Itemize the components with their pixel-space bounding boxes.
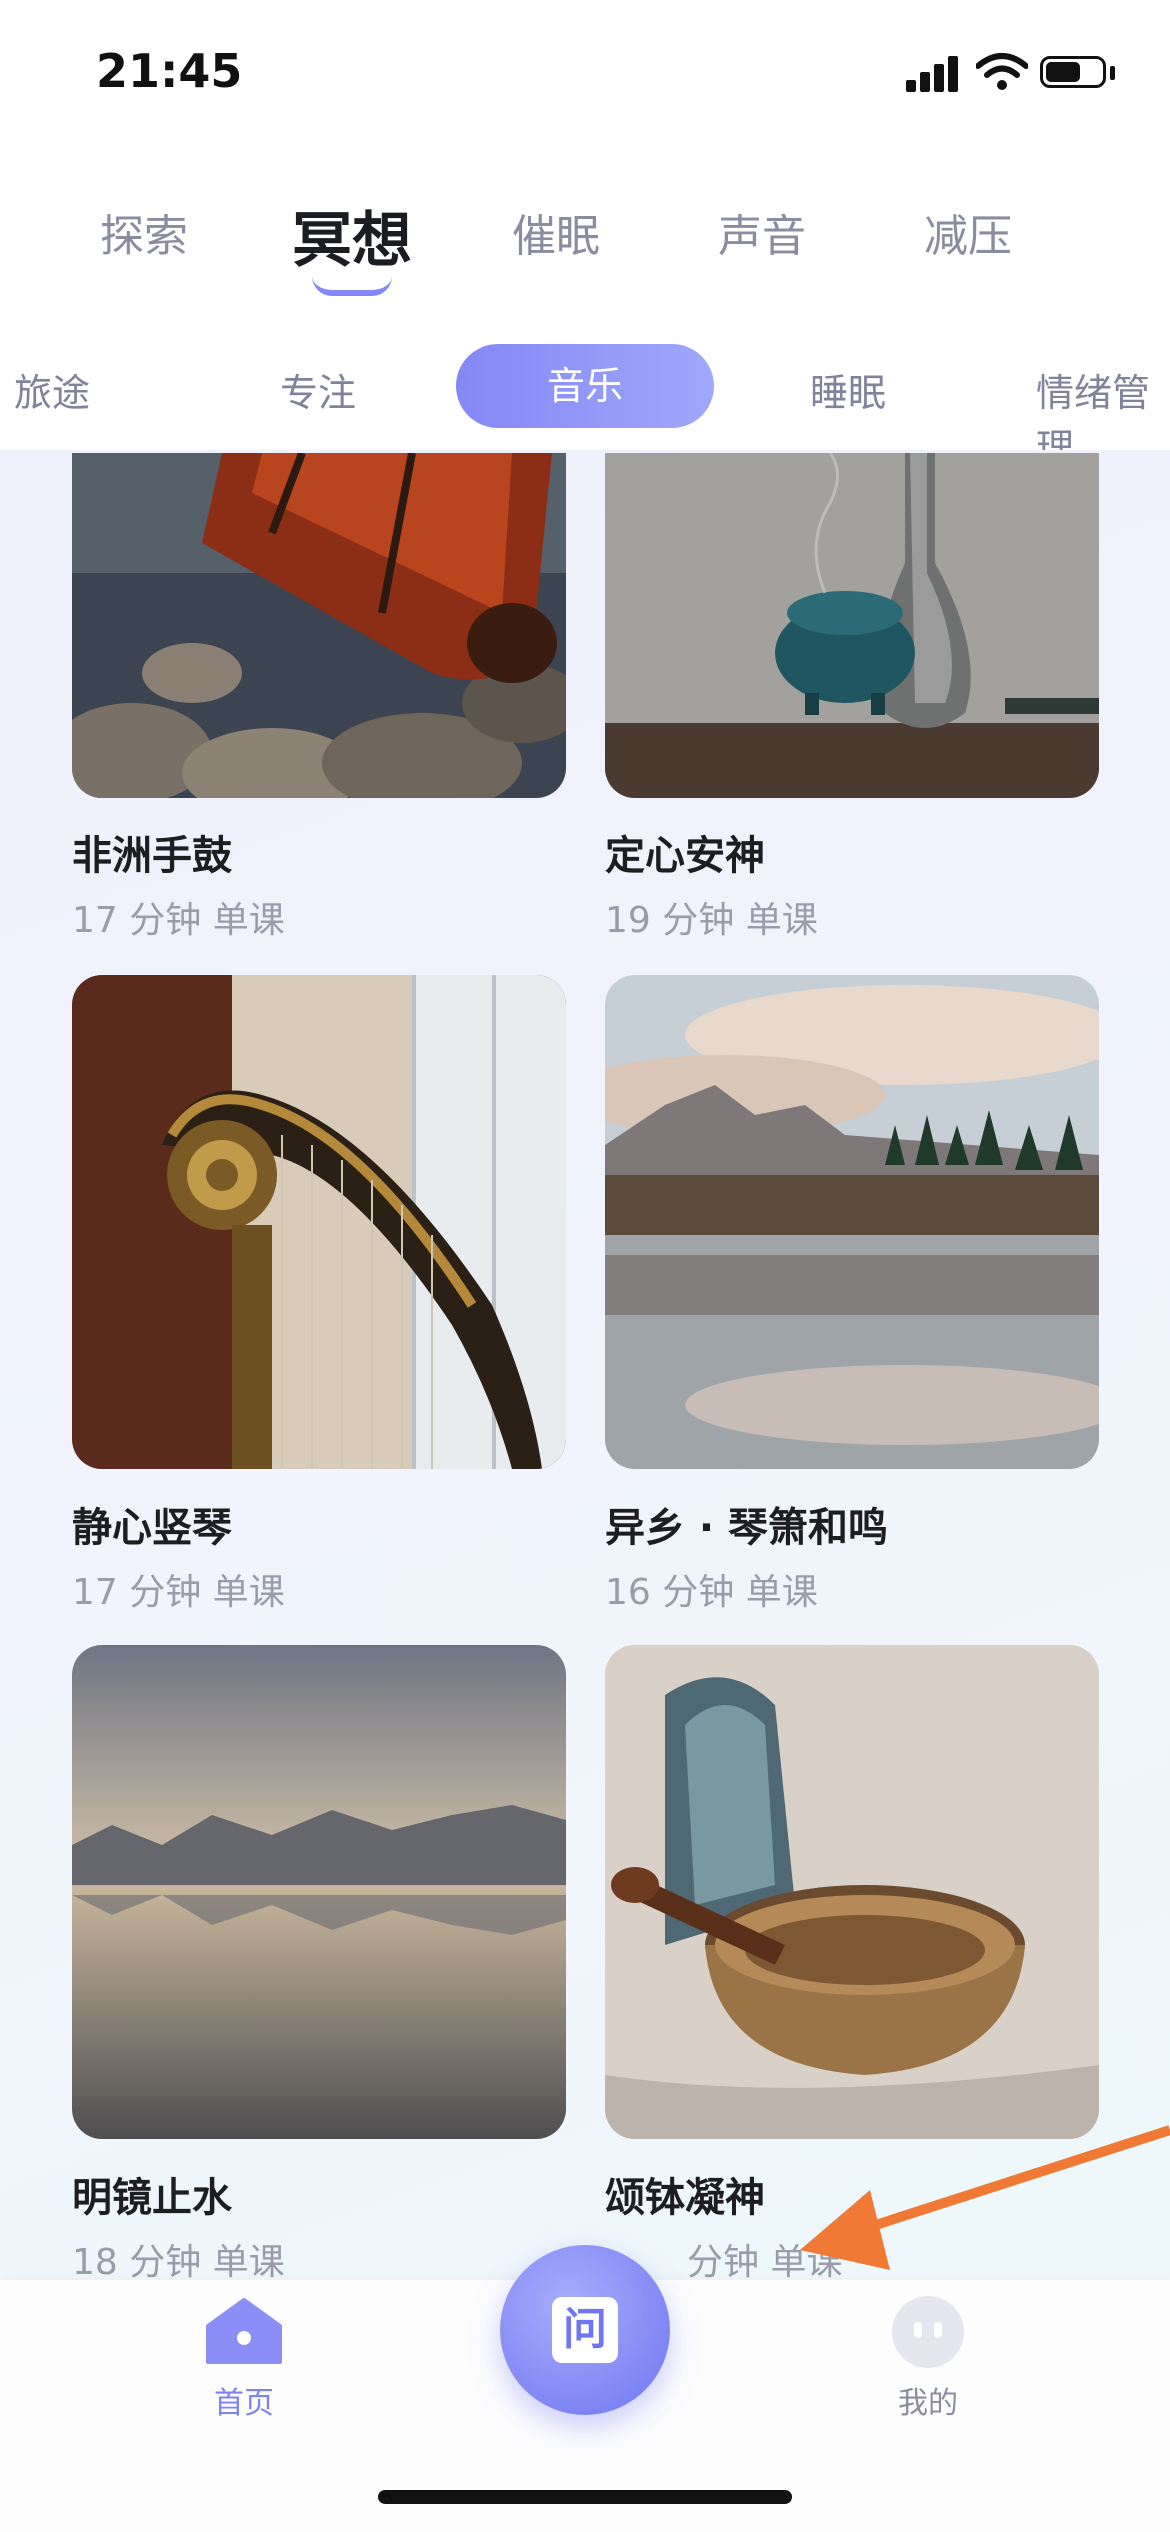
cellular-signal-icon xyxy=(906,56,962,92)
course-title: 颂钵凝神 xyxy=(605,2175,765,2221)
course-meta: 16 分钟 单课 xyxy=(605,1572,818,1613)
tab-hypnosis[interactable]: 催眠 xyxy=(512,200,600,264)
course-meta: 18 分钟 单课 xyxy=(72,2242,285,2283)
category-emotion[interactable]: 情绪管理 xyxy=(1036,362,1170,450)
course-card[interactable]: 非洲手鼓 17 分钟 单课 xyxy=(72,453,566,943)
active-tab-indicator xyxy=(312,276,392,296)
wifi-icon xyxy=(976,53,1028,90)
tab-explore[interactable]: 探索 xyxy=(100,200,188,264)
category-journey[interactable]: 旅途 xyxy=(14,362,90,417)
course-title: 静心竖琴 xyxy=(72,1505,232,1551)
category-sleep[interactable]: 睡眠 xyxy=(810,362,886,417)
tab-decompress[interactable]: 减压 xyxy=(924,200,1012,264)
nav-mine[interactable]: 我的 xyxy=(864,2378,992,2422)
course-card[interactable]: 定心安神 19 分钟 单课 xyxy=(605,453,1099,943)
nav-mine-label: 我的 xyxy=(898,2386,958,2421)
home-indicator xyxy=(378,2490,792,2504)
status-bar: 21:45 xyxy=(0,0,1170,150)
course-meta: 17 分钟 单课 xyxy=(72,900,285,941)
ask-button[interactable]: 问 xyxy=(500,2245,670,2415)
course-meta: 17 分钟 单课 xyxy=(72,1572,285,1613)
battery-cap xyxy=(1110,66,1115,80)
top-tab-bar: 探索 冥想 催眠 声音 减压 xyxy=(0,180,1170,310)
nav-home-label: 首页 xyxy=(214,2386,274,2421)
course-thumbnail xyxy=(605,975,1099,1469)
tab-sound[interactable]: 声音 xyxy=(718,200,806,264)
category-bar: 旅途 专注 音乐 睡眠 情绪管理 xyxy=(0,340,1170,450)
category-music[interactable]: 音乐 xyxy=(456,344,714,428)
tab-meditation[interactable]: 冥想 xyxy=(292,192,412,279)
course-card[interactable]: 异乡 · 琴箫和鸣 16 分钟 单课 xyxy=(605,975,1099,1615)
course-title: 定心安神 xyxy=(605,833,765,879)
nav-home[interactable]: 首页 xyxy=(180,2378,308,2422)
course-card[interactable]: 明镜止水 18 分钟 单课 xyxy=(72,1645,566,2285)
course-title: 异乡 · 琴箫和鸣 xyxy=(605,1505,889,1551)
course-meta: 19 分钟 单课 xyxy=(605,900,818,941)
profile-icon[interactable] xyxy=(892,2296,964,2368)
status-time: 21:45 xyxy=(96,44,243,98)
course-thumbnail xyxy=(605,1645,1099,2139)
course-thumbnail xyxy=(605,453,1099,798)
course-title: 明镜止水 xyxy=(72,2175,232,2221)
home-icon[interactable] xyxy=(204,2296,284,2366)
ask-icon: 问 xyxy=(552,2297,618,2363)
course-thumbnail xyxy=(72,1645,566,2139)
course-title: 非洲手鼓 xyxy=(72,833,232,879)
course-thumbnail xyxy=(72,453,566,798)
course-card[interactable]: 静心竖琴 17 分钟 单课 xyxy=(72,975,566,1615)
category-focus[interactable]: 专注 xyxy=(280,362,356,417)
course-thumbnail xyxy=(72,975,566,1469)
battery-icon xyxy=(1040,56,1106,88)
